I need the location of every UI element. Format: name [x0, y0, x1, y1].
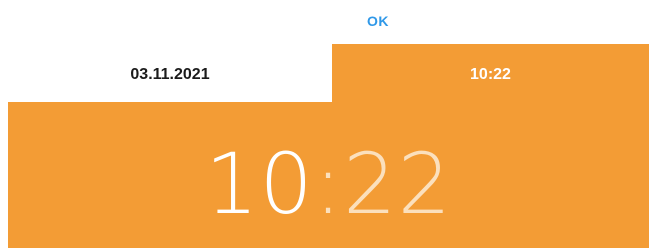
- dialog-actions: OK: [0, 0, 649, 44]
- ok-button[interactable]: OK: [358, 9, 398, 33]
- picker-tabs: 03.11.2021 10:22: [8, 44, 649, 102]
- time-display-panel: 10:22: [8, 102, 649, 248]
- minutes-value[interactable]: 22: [343, 135, 452, 233]
- tab-date[interactable]: 03.11.2021: [8, 44, 332, 102]
- datetime-picker-dialog: OK 03.11.2021 10:22 10:22: [0, 0, 649, 248]
- time-separator: :: [313, 135, 344, 233]
- time-display: 10:22: [8, 134, 649, 234]
- tab-time[interactable]: 10:22: [332, 44, 649, 102]
- hours-value[interactable]: 10: [205, 135, 314, 233]
